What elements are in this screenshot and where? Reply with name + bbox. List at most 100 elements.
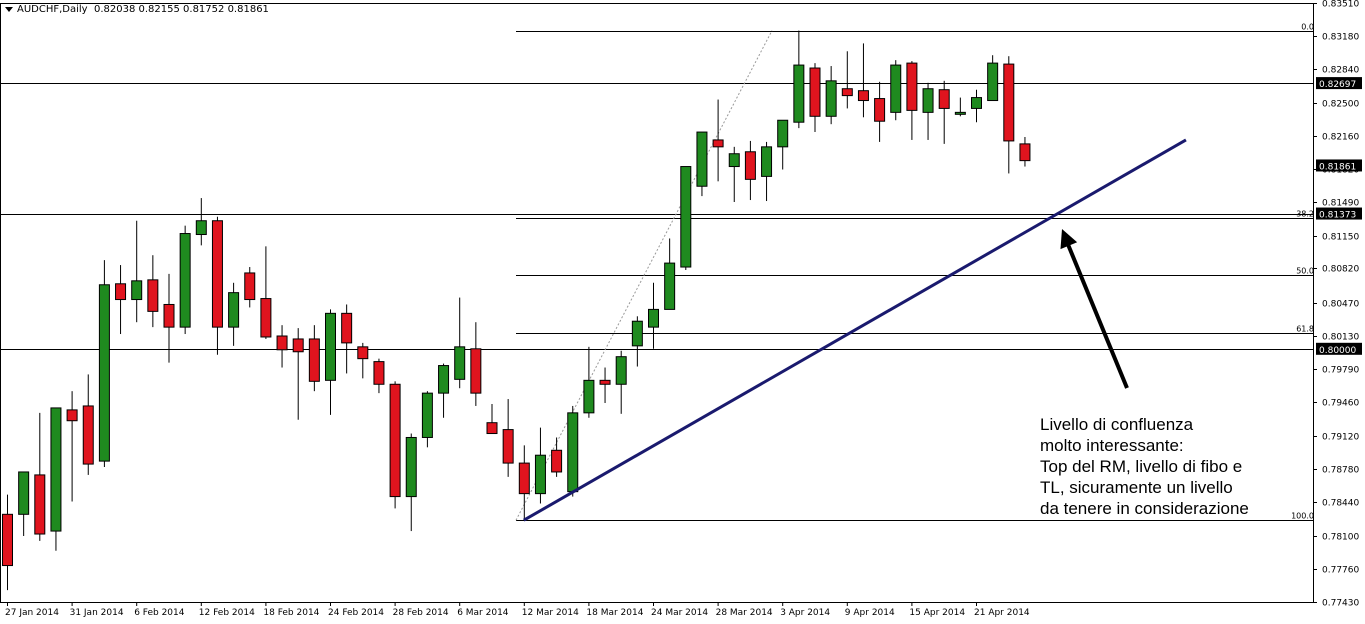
bear-candle-body [502, 429, 514, 464]
y-tick-label: 0.78100 [1322, 533, 1359, 543]
x-tick-label: 12 Feb 2014 [199, 608, 255, 618]
fibonacci-level-label: 0.0 [1301, 23, 1314, 32]
x-tick-label: 18 Mar 2014 [586, 608, 643, 618]
y-tick-label: 0.83180 [1322, 33, 1359, 43]
candles-layer [2, 30, 1031, 591]
y-axis: 0.83510 0.83180 0.82840 0.82500 0.82160 0.818… [1313, 0, 1359, 609]
chart-header: AUDCHF,Daily 0.82038 0.82155 0.81752 0.8… [5, 4, 269, 15]
price-label: 0.81373 [1319, 211, 1356, 221]
y-tick-label: 0.80130 [1322, 333, 1359, 343]
bear-candle-body [357, 346, 369, 360]
bull-candle-body [567, 412, 579, 493]
symbol-label: AUDCHF,Daily [17, 4, 88, 15]
y-tick-label: 0.82840 [1322, 66, 1359, 76]
annotation-text: Livello di confluenza molto interessante… [1040, 414, 1249, 519]
bull-candle-body [228, 292, 240, 328]
x-tick-label: 24 Feb 2014 [328, 608, 384, 618]
bull-candle-body [98, 284, 110, 462]
fibonacci-level-label: 50.0 [1296, 267, 1314, 276]
bear-candle-body [82, 405, 94, 465]
bear-candle-body [551, 449, 563, 473]
annotation-line: Livello di confluenza [1040, 415, 1194, 434]
price-label: 0.80000 [1319, 346, 1356, 356]
arrow-shaft [1065, 241, 1129, 389]
y-tick-label: 0.83510 [1322, 0, 1359, 10]
y-tick-label: 0.80470 [1322, 300, 1359, 310]
bear-candle-body [276, 335, 288, 351]
x-tick-label: 9 Apr 2014 [845, 608, 895, 618]
price-labels: 0.82697 0.81861 0.81373 0.80000 [1316, 77, 1362, 356]
y-tick-label: 0.82500 [1322, 100, 1359, 110]
bear-candle-body [66, 409, 78, 422]
price-label: 0.81861 [1319, 162, 1356, 172]
bear-candle-body [809, 67, 821, 117]
bull-candle-body [680, 166, 692, 268]
y-tick-label: 0.79790 [1322, 366, 1359, 376]
bull-candle-body [50, 407, 62, 532]
y-tick-label: 0.81490 [1322, 199, 1359, 209]
bull-candle-body [793, 64, 805, 123]
y-tick-label: 0.80820 [1322, 265, 1359, 275]
bear-candle-body [906, 62, 918, 111]
y-tick-label: 0.82160 [1322, 133, 1359, 143]
bull-candle-body [631, 320, 643, 347]
x-axis: 27 Jan 2014 31 Jan 2014 6 Feb 2014 12 Feb 2… [5, 602, 1030, 618]
bear-candle-body [244, 272, 256, 301]
y-tick-label: 0.79120 [1322, 433, 1359, 443]
bear-candle-body [115, 283, 127, 301]
bull-candle-body [890, 64, 902, 113]
bear-candle-body [486, 422, 498, 435]
y-tick-label: 0.78780 [1322, 466, 1359, 476]
bear-candle-body [841, 88, 853, 97]
bull-candle-body [648, 308, 659, 328]
bear-candle-body [1019, 143, 1031, 162]
x-tick-label: 6 Mar 2014 [457, 608, 509, 618]
bull-candle-body [922, 88, 934, 113]
annotation-line: da tenere in considerazione [1040, 499, 1249, 518]
bear-candle-body [712, 139, 724, 148]
y-tick-label: 0.78440 [1322, 499, 1359, 509]
bear-candle-body [744, 151, 756, 180]
annotation-line: TL, sicuramente un livello [1040, 478, 1233, 497]
fibonacci-level-label: 100.0 [1291, 512, 1314, 521]
bull-candle-body [615, 356, 627, 385]
x-tick-label: 6 Feb 2014 [134, 608, 185, 618]
y-tick-label: 0.77760 [1322, 566, 1359, 576]
arrow-layer [1060, 229, 1129, 389]
price-label: 0.82697 [1319, 80, 1356, 90]
dropdown-triangle-icon[interactable] [5, 6, 13, 12]
fibonacci-level-label: 38.2 [1296, 210, 1314, 219]
bull-candle-body [761, 146, 773, 177]
bull-candle-body [728, 153, 740, 168]
bear-candle-body [389, 383, 401, 498]
bull-candle-body [583, 379, 595, 414]
x-tick-label: 12 Mar 2014 [522, 608, 579, 618]
bear-candle-body [308, 338, 320, 382]
bear-candle-body [211, 220, 223, 328]
bull-candle-body [825, 80, 837, 117]
ohlc-values: 0.82038 0.82155 0.81752 0.81861 [93, 4, 269, 15]
bear-candle-body [874, 98, 886, 122]
bear-candle-body [373, 361, 385, 385]
bull-candle-body [664, 262, 676, 310]
bear-candle-body [857, 90, 869, 102]
x-tick-label: 21 Apr 2014 [974, 608, 1030, 618]
bull-candle-body [131, 280, 143, 301]
bear-candle-body [341, 312, 353, 344]
bull-candle-body [438, 365, 450, 394]
bull-candle-body [987, 62, 999, 102]
x-tick-label: 3 Apr 2014 [780, 608, 830, 618]
x-tick-label: 18 Feb 2014 [263, 608, 319, 618]
bull-candle-body [534, 454, 546, 495]
bear-candle-body [599, 379, 611, 385]
y-tick-label: 0.77430 [1322, 599, 1359, 609]
annotation-line: Top del RM, livello di fibo e [1040, 457, 1243, 476]
bull-candle-body [18, 471, 30, 515]
chart: 0.0 38.2 50.0 61.8 100.0 0.83510 0.83180 0.828… [0, 0, 1362, 618]
y-tick-label: 0.79460 [1322, 399, 1359, 409]
x-tick-label: 31 Jan 2014 [70, 608, 124, 618]
bull-candle-body [421, 392, 433, 438]
x-tick-label: 28 Mar 2014 [716, 608, 773, 618]
x-tick-label: 15 Apr 2014 [909, 608, 965, 618]
bull-candle-body [971, 97, 982, 109]
